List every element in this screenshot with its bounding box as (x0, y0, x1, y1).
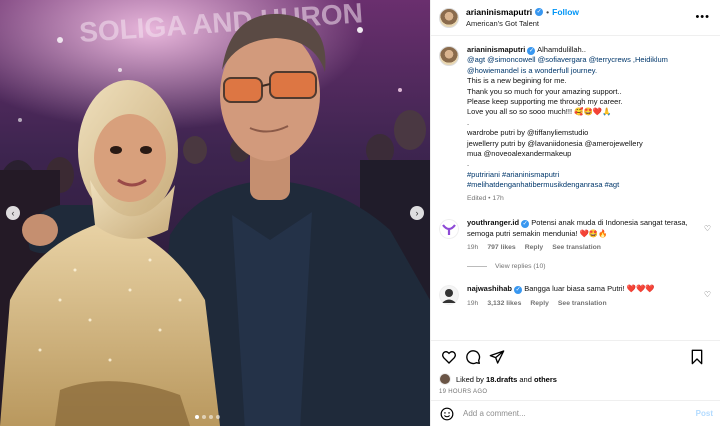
comment-body: youthranger.id ✓ Potensi anak muda di In… (467, 218, 699, 253)
carousel-dot (202, 415, 206, 419)
verified-badge-icon: ✓ (535, 7, 544, 16)
caption-line: Please keep supporting me through my car… (467, 97, 623, 107)
previous-photo-button[interactable]: ‹ (6, 206, 20, 220)
caption-line: mua @noveoalexandermakeup (467, 149, 572, 159)
comment-meta: 19h 3,132 likes Reply See translation (467, 299, 699, 309)
liked-by-user[interactable]: 18.drafts (486, 375, 517, 384)
avatar[interactable] (439, 7, 459, 28)
verified-badge-icon: ✓ (521, 220, 530, 229)
post-comment-button[interactable]: Post (696, 409, 713, 418)
caption-body: arianinismaputri ✓ Alhamdulillah.. @agt … (467, 45, 702, 204)
caption-hashtags[interactable]: #melihatdenganhatibermusikdenganrasa #ag… (467, 180, 702, 190)
liked-by-and: and (519, 374, 532, 384)
caption-line: arianinismaputri ✓ Alhamdulillah.. (467, 45, 702, 55)
edited-timestamp: Edited • 17h (467, 194, 504, 202)
see-translation-button[interactable]: See translation (552, 243, 601, 253)
carousel-dot (216, 415, 220, 419)
bookmark-icon[interactable] (687, 347, 707, 367)
comment: najwashihab ✓ Bangga luar biasa sama Put… (439, 284, 713, 309)
post-side-panel: arianinismaputri ✓ • Follow American's G… (430, 0, 720, 426)
caption-line: jewellerry putri by @lavaniidonesia @ame… (467, 138, 643, 148)
instagram-post: SOLIGA AND HURON ‹ › arianinismaputri ✓ … (0, 0, 720, 426)
post-header: arianinismaputri ✓ • Follow American's G… (431, 0, 720, 36)
carousel-dot (209, 415, 213, 419)
verified-badge-icon: ✓ (514, 286, 523, 295)
avatar[interactable] (439, 373, 451, 385)
caption-line: Love you all so so sooo much!!! 🥰🤩❤️🙏 (467, 107, 612, 117)
caption-username[interactable]: arianinismaputri (467, 45, 525, 54)
comment-text: Bangga luar biasa sama Putri! ❤️❤️❤️ (524, 284, 655, 294)
caption-line[interactable]: @agt @simoncowell @sofiavergara @terrycr… (467, 55, 702, 65)
chevron-right-icon: › (415, 208, 419, 218)
caption-line: . (467, 117, 470, 127)
comment-body: najwashihab ✓ Bangga luar biasa sama Put… (467, 284, 699, 309)
comment: youthranger.id ✓ Potensi anak muda di In… (439, 218, 713, 253)
verified-badge-icon: ✓ (527, 47, 536, 55)
avatar[interactable] (439, 285, 459, 306)
next-photo-button[interactable]: › (410, 206, 424, 220)
comment-likes[interactable]: 797 likes (487, 243, 515, 253)
photo-scene: SOLIGA AND HURON (0, 0, 430, 426)
avatar[interactable] (439, 219, 459, 240)
liked-by-others[interactable]: others (534, 375, 557, 384)
comment-username[interactable]: youthranger.id (467, 218, 519, 227)
replies-divider (467, 266, 487, 268)
post-location[interactable]: American's Got Talent (466, 18, 579, 30)
heart-icon[interactable] (439, 347, 459, 367)
comment-likes[interactable]: 3,132 likes (487, 299, 521, 309)
post-timestamp[interactable]: 19 HOURS AGO (439, 389, 713, 395)
caption-line: Thank you so much for your amazing suppo… (467, 86, 622, 96)
reply-button[interactable]: Reply (525, 243, 544, 253)
view-replies-button[interactable]: View replies (10) (467, 263, 713, 270)
like-comment-heart-icon[interactable]: ♡ (704, 224, 711, 233)
comment-time: 19h (467, 243, 479, 251)
caption-line: This is a new begining for me. (467, 76, 567, 86)
post-actions: Liked by 18.drafts and others 19 HOURS A… (431, 340, 720, 395)
comment-meta: 19h 797 likes Reply See translation (467, 243, 699, 253)
caption-line: wardrobe putri by @tiffanyliemstudio (467, 128, 589, 138)
view-replies-label: View replies (10) (495, 263, 546, 271)
see-translation-button[interactable]: See translation (558, 299, 607, 309)
separator: • (546, 6, 550, 17)
caption-hashtags[interactable]: #putririani #arianinismaputri (467, 170, 702, 180)
author-username[interactable]: arianinismaputri (466, 6, 532, 18)
comment-icon[interactable] (463, 347, 483, 367)
post-photo[interactable]: SOLIGA AND HURON ‹ › (0, 0, 430, 426)
comment-time: 19h (467, 299, 479, 307)
comment-input[interactable] (463, 409, 683, 418)
caption-line[interactable]: @howiemandel is a wonderfull journey. (467, 66, 702, 76)
share-icon[interactable] (487, 347, 507, 367)
chevron-left-icon: ‹ (11, 208, 15, 218)
reply-button[interactable]: Reply (530, 299, 549, 309)
caption: arianinismaputri ✓ Alhamdulillah.. @agt … (439, 45, 713, 204)
comments-section[interactable]: arianinismaputri ✓ Alhamdulillah.. @agt … (431, 37, 720, 339)
header-row: arianinismaputri ✓ • Follow (466, 6, 579, 18)
caption-text: Alhamdulillah.. (537, 45, 586, 54)
add-comment-bar: Post (431, 400, 720, 426)
liked-by: Liked by 18.drafts and others (439, 373, 713, 385)
carousel-dot (195, 415, 199, 419)
emoji-icon[interactable] (439, 406, 455, 422)
avatar[interactable] (439, 46, 459, 66)
action-icons (439, 347, 713, 367)
like-comment-heart-icon[interactable]: ♡ (704, 290, 711, 299)
header-text: arianinismaputri ✓ • Follow American's G… (466, 6, 579, 30)
caption-line: . (467, 159, 470, 169)
carousel-indicator (195, 415, 220, 419)
comment-username[interactable]: najwashihab (467, 284, 512, 293)
follow-button[interactable]: Follow (552, 6, 579, 18)
more-options-icon[interactable]: ••• (695, 11, 710, 23)
liked-by-prefix: Liked by (456, 374, 484, 384)
